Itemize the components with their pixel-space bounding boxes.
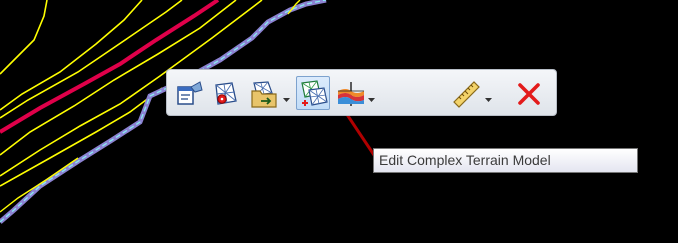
contour-line	[0, 0, 183, 119]
terrain-properties-button[interactable]	[171, 76, 205, 110]
measure-button[interactable]	[449, 76, 483, 110]
edit-complex-terrain-model-button[interactable]	[296, 76, 330, 110]
design-view[interactable]: Edit Complex Terrain Model	[0, 0, 678, 243]
contour-line	[0, 157, 79, 213]
contour-line	[0, 0, 48, 75]
close-toolbar-button[interactable]	[511, 76, 545, 110]
tooltip-text: Edit Complex Terrain Model	[379, 152, 551, 168]
tooltip-pointer	[344, 112, 378, 159]
import-terrain-button[interactable]	[247, 76, 281, 110]
drawing-canvas	[0, 0, 378, 224]
terrain-profile-dropdown-arrow[interactable]	[368, 90, 375, 102]
tooltip: Edit Complex Terrain Model	[373, 148, 638, 173]
measure-dropdown-arrow[interactable]	[485, 90, 492, 102]
terrain-toolbar	[166, 69, 557, 116]
import-terrain-dropdown-arrow[interactable]	[283, 90, 290, 102]
contour-line	[0, 0, 143, 111]
create-terrain-button[interactable]	[207, 76, 241, 110]
terrain-profile-button[interactable]	[333, 76, 367, 110]
